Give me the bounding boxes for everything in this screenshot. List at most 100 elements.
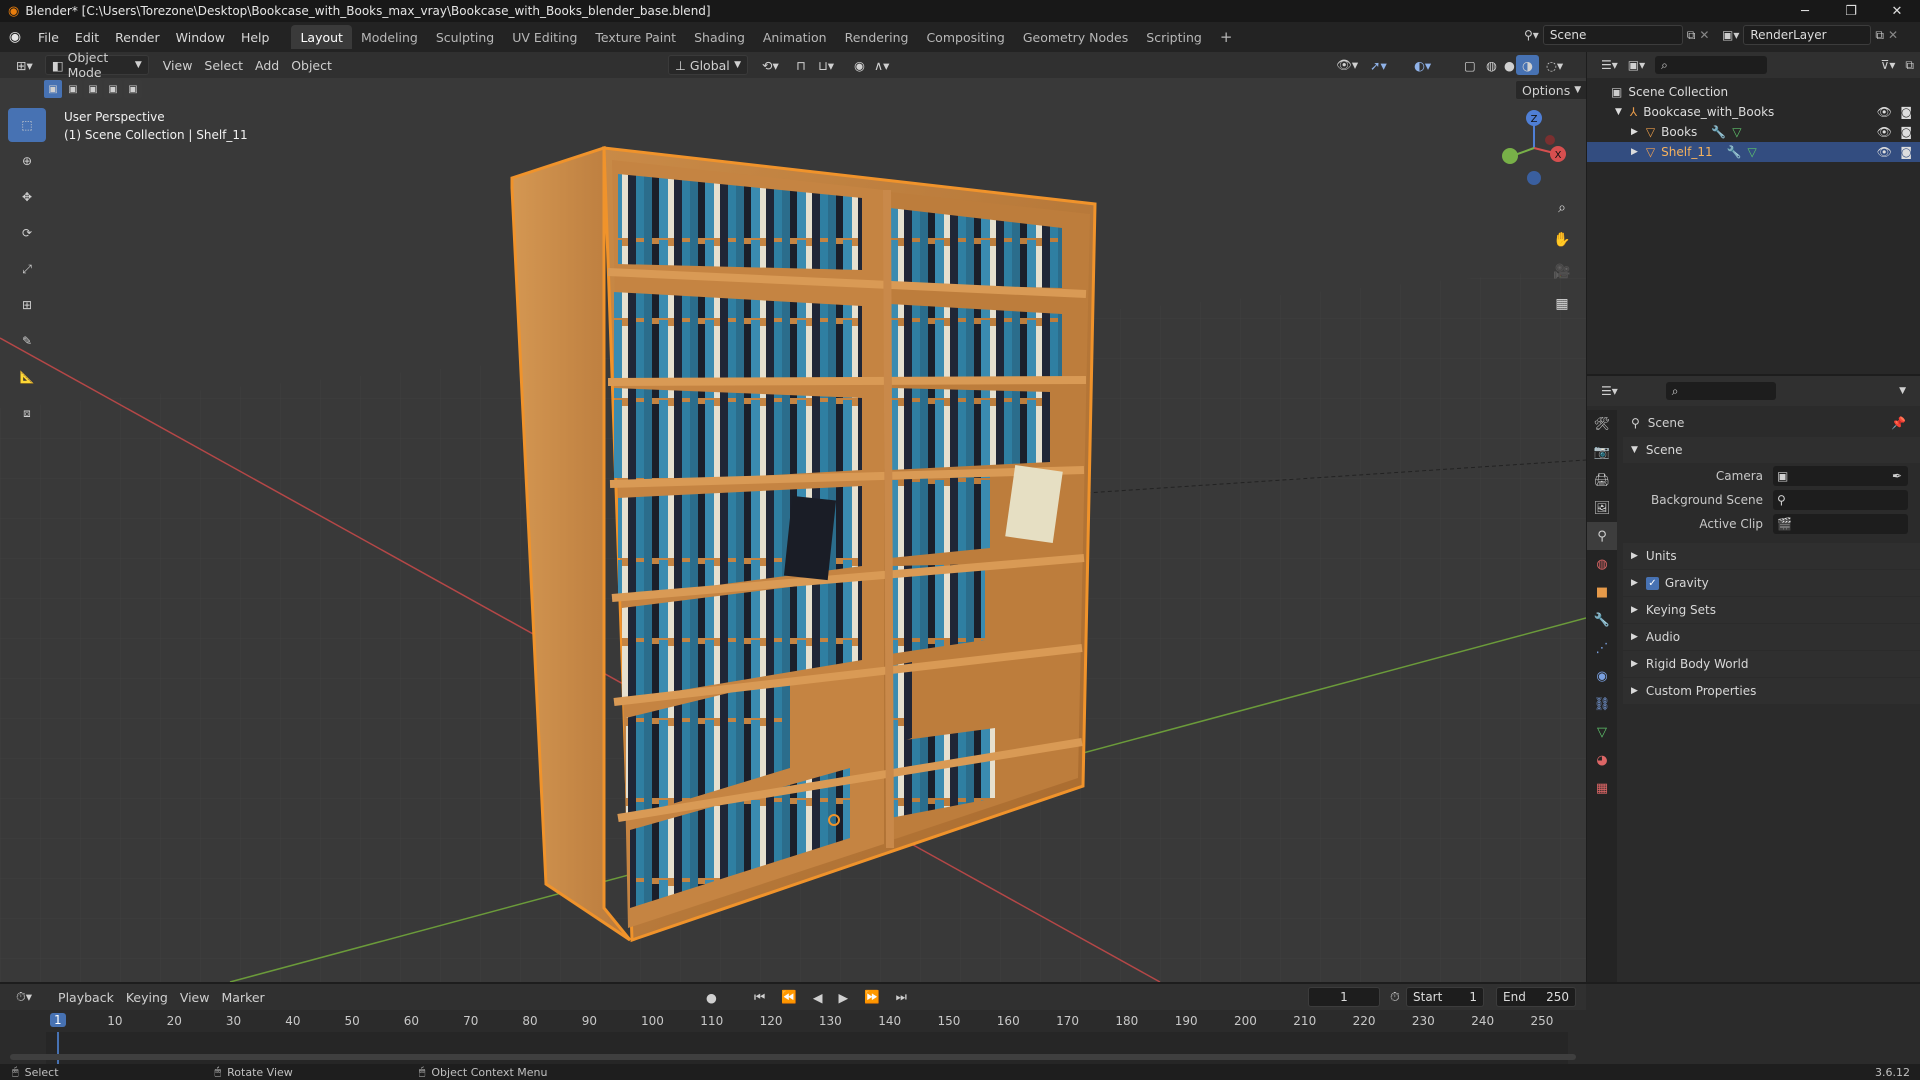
play-reverse-icon[interactable]: ◀ [807, 987, 829, 1007]
particles-tab-icon[interactable]: ⋰ [1587, 634, 1617, 662]
menu-keying[interactable]: Keying [120, 987, 174, 1007]
select-subtract-icon[interactable]: ▣ [84, 80, 102, 98]
new-scene-icon[interactable]: ⧉ [1687, 28, 1696, 43]
outliner-editor-icon[interactable]: ☰▾ [1601, 58, 1618, 72]
rendered-shading-icon[interactable]: ◌▾ [1540, 55, 1569, 75]
options-dropdown[interactable]: Options ▼ [1515, 80, 1586, 100]
select-new-icon[interactable]: ▣ [44, 80, 62, 98]
texture-tab-icon[interactable]: ▦ [1587, 774, 1617, 802]
select-extend-icon[interactable]: ▣ [64, 80, 82, 98]
workspace-tab-compositing[interactable]: Compositing [917, 25, 1013, 49]
object-mode-dropdown[interactable]: ◧ Object Mode ▼ [44, 50, 149, 80]
outliner-row-bookcase[interactable]: ▼ ⅄ Bookcase_with_Books 👁 ◙ [1587, 102, 1920, 122]
timeline-ruler[interactable]: 1 10 20 30 40 50 60 70 80 90 100 110 120 130 140 150 160… [0, 1010, 1586, 1032]
panel-scene[interactable]: ▼ Scene [1623, 437, 1920, 463]
menu-marker[interactable]: Marker [215, 987, 270, 1007]
new-renderlayer-icon[interactable]: ⧉ [1875, 28, 1884, 43]
camera-icon[interactable]: ◙ [1900, 125, 1912, 139]
physics-tab-icon[interactable]: ◉ [1587, 662, 1617, 690]
pin-icon[interactable]: 📌 [1891, 416, 1906, 430]
start-frame-field[interactable]: Start 1 [1406, 987, 1484, 1007]
panel-units[interactable]: ▶ Units [1623, 543, 1920, 569]
prev-keyframe-icon[interactable]: ⏪ [775, 987, 803, 1007]
clock-icon[interactable]: ⏱ [1384, 987, 1406, 1007]
blender-menu-icon[interactable]: ◉ [0, 29, 30, 45]
scene-field[interactable]: Scene [1542, 25, 1683, 45]
menu-view[interactable]: View [157, 55, 199, 75]
pivot-point-icon[interactable]: ⟲▾ [756, 55, 785, 75]
properties-editor-icon[interactable]: ☰▾ [1601, 384, 1618, 398]
workspace-tab-geometry-nodes[interactable]: Geometry Nodes [1014, 25, 1137, 49]
select-box-tool[interactable]: ⬚ [8, 108, 46, 142]
maximize-button[interactable]: ❐ [1828, 0, 1874, 22]
pan-hand-icon[interactable]: ✋ [1548, 226, 1576, 254]
chevron-down-icon[interactable]: ▼ [1899, 386, 1906, 396]
active-clip-field[interactable]: 🎬 [1773, 514, 1908, 534]
new-collection-icon[interactable]: ⧉ [1905, 58, 1914, 73]
filter-icon[interactable]: ⊽▾ [1881, 58, 1896, 72]
menu-select[interactable]: Select [198, 55, 249, 75]
visibility-icon[interactable]: 👁▾ [1330, 55, 1364, 75]
workspace-tab-shading[interactable]: Shading [685, 25, 754, 49]
collapse-arrow-icon[interactable]: ▼ [1615, 107, 1622, 117]
camera-view-icon[interactable]: 🎥 [1548, 258, 1576, 286]
menu-file[interactable]: File [30, 25, 67, 49]
menu-help[interactable]: Help [233, 25, 278, 49]
scene-selector-icon[interactable]: ⚲▾ [1524, 28, 1539, 42]
snap-icon[interactable]: ⊓ [790, 55, 812, 75]
proportional-falloff-icon[interactable]: ∧▾ [868, 55, 895, 75]
eye-icon[interactable]: 👁 [1877, 145, 1892, 159]
modifier-tab-icon[interactable]: 🔧 [1587, 606, 1617, 634]
workspace-tab-sculpting[interactable]: Sculpting [427, 25, 503, 49]
output-tab-icon[interactable]: 🖨 [1587, 466, 1617, 494]
workspace-tab-modeling[interactable]: Modeling [352, 25, 427, 49]
current-frame-field[interactable]: 1 [1308, 987, 1380, 1007]
workspace-tab-animation[interactable]: Animation [754, 25, 836, 49]
panel-custom-properties[interactable]: ▶ Custom Properties [1623, 678, 1920, 704]
menu-render[interactable]: Render [107, 25, 168, 49]
workspace-tab-rendering[interactable]: Rendering [836, 25, 918, 49]
next-keyframe-icon[interactable]: ⏩ [858, 987, 886, 1007]
overlay-toggle-icon[interactable]: ◐▾ [1408, 55, 1437, 75]
scene-tab-icon[interactable]: ⚲ [1587, 522, 1617, 550]
workspace-tab-scripting[interactable]: Scripting [1137, 25, 1211, 49]
scale-tool-icon[interactable]: ⤢ [8, 252, 46, 286]
outliner-row-books[interactable]: ▶ ▽ Books 🔧 ▽ 👁 ◙ [1587, 122, 1920, 142]
perspective-toggle-icon[interactable]: ▦ [1548, 290, 1576, 318]
camera-icon[interactable]: ◙ [1900, 145, 1912, 159]
world-tab-icon[interactable]: ◍ [1587, 550, 1617, 578]
3d-viewport[interactable]: User Perspective (1) Scene Collection | … [0, 78, 1586, 982]
menu-edit[interactable]: Edit [67, 25, 107, 49]
panel-rigid-body-world[interactable]: ▶ Rigid Body World [1623, 651, 1920, 677]
rotate-tool-icon[interactable]: ⟳ [8, 216, 46, 250]
render-tab-icon[interactable]: 📷 [1587, 438, 1617, 466]
gravity-checkbox[interactable]: ✓ [1645, 576, 1659, 590]
measure-tool-icon[interactable]: 📐 [8, 360, 46, 394]
select-intersect-icon[interactable]: ▣ [124, 80, 142, 98]
panel-audio[interactable]: ▶ Audio [1623, 624, 1920, 650]
eyedropper-icon[interactable]: ✒ [1892, 469, 1902, 483]
delete-scene-icon[interactable]: ✕ [1699, 28, 1709, 42]
timeline-scrollbar[interactable] [10, 1054, 1576, 1060]
delete-renderlayer-icon[interactable]: ✕ [1888, 28, 1898, 42]
outliner-row-scene-collection[interactable]: ▣ Scene Collection [1587, 82, 1920, 102]
transform-orientation-dropdown[interactable]: ⊥ Global ▼ [668, 55, 748, 75]
play-icon[interactable]: ▶ [832, 987, 854, 1007]
add-workspace-button[interactable]: + [1211, 25, 1242, 49]
display-mode-icon[interactable]: ▣▾ [1628, 58, 1645, 72]
constraints-tab-icon[interactable]: ⛓ [1587, 690, 1617, 718]
record-icon[interactable]: ● [700, 987, 723, 1007]
menu-timeline-view[interactable]: View [174, 987, 216, 1007]
camera-field[interactable]: ▣ ✒ [1773, 466, 1908, 486]
jump-end-icon[interactable]: ⏭ [890, 987, 913, 1007]
move-tool-icon[interactable]: ✥ [8, 180, 46, 214]
eye-icon[interactable]: 👁 [1877, 125, 1892, 139]
menu-playback[interactable]: Playback [52, 987, 120, 1007]
menu-add[interactable]: Add [249, 55, 285, 75]
menu-window[interactable]: Window [168, 25, 233, 49]
workspace-tab-layout[interactable]: Layout [291, 25, 352, 49]
navigation-gizmo[interactable]: Z X [1490, 108, 1570, 188]
background-scene-field[interactable]: ⚲ [1773, 490, 1908, 510]
xray-toggle-icon[interactable]: ▢ [1458, 55, 1482, 75]
end-frame-field[interactable]: End 250 [1496, 987, 1576, 1007]
